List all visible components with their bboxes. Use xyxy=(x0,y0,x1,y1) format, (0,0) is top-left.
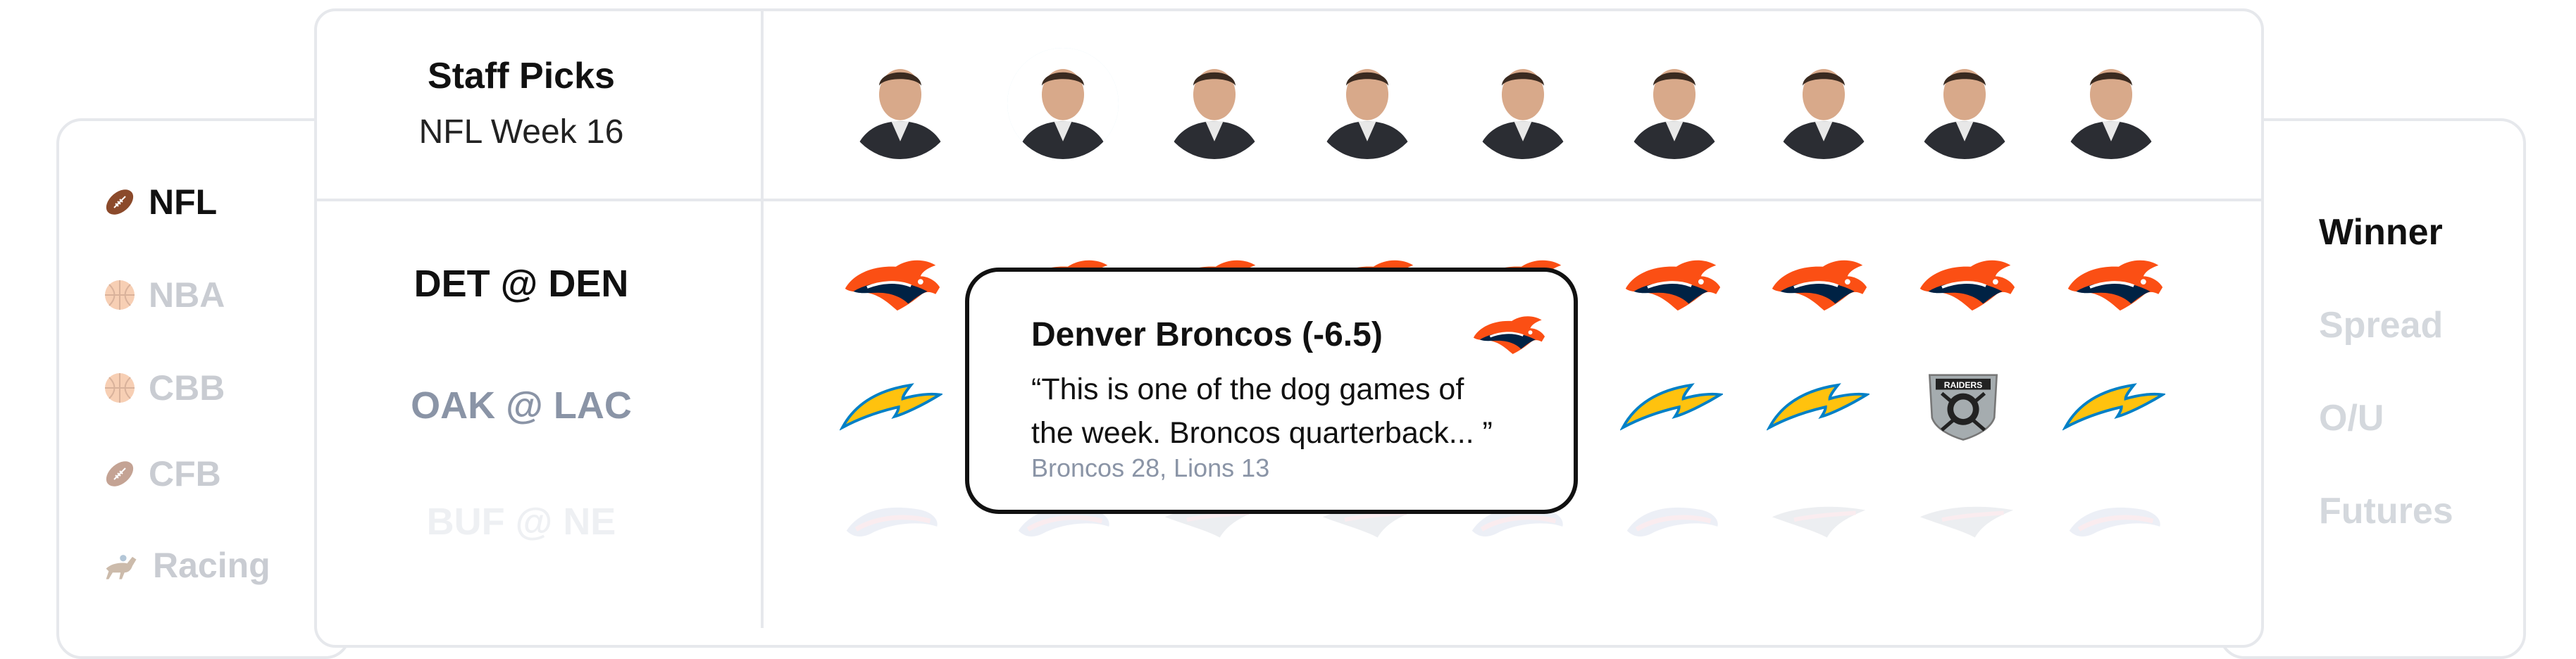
expert-avatar[interactable] xyxy=(1159,48,1270,159)
page-title: Staff Picks xyxy=(428,56,615,96)
patriots-logo-icon xyxy=(1915,489,2017,559)
game-det-den[interactable]: DET @ DEN xyxy=(414,262,629,306)
market-nav-card xyxy=(2219,118,2526,659)
column-divider xyxy=(761,8,764,628)
person-icon xyxy=(1467,48,1579,159)
popup-final-score: Broncos 28, Lions 13 xyxy=(1031,453,1270,482)
person-icon xyxy=(1619,48,1730,159)
patriots-logo-icon xyxy=(1767,489,1869,559)
expert-avatar[interactable] xyxy=(1007,48,1119,159)
sport-label: Racing xyxy=(153,546,270,585)
person-icon xyxy=(1909,48,2020,159)
market-tab-ou[interactable]: O/U xyxy=(2319,397,2384,439)
bills-logo-icon xyxy=(2062,489,2165,559)
sport-label: CBB xyxy=(149,368,225,408)
market-tab-winner[interactable]: Winner xyxy=(2319,211,2443,253)
chargers-logo-icon[interactable] xyxy=(1767,373,1869,444)
sport-nav-cbb[interactable]: CBB xyxy=(102,368,225,408)
sport-label: CFB xyxy=(149,454,221,494)
sport-nav-cfb[interactable]: CFB xyxy=(102,453,221,494)
person-icon xyxy=(1768,48,1879,159)
basketball-icon xyxy=(102,277,137,313)
game-buf-ne[interactable]: BUF @ NE xyxy=(427,500,616,544)
basketball-icon xyxy=(102,370,137,406)
broncos-logo-icon[interactable] xyxy=(1915,252,2017,322)
popup-title: Denver Broncos (-6.5) xyxy=(1031,316,1383,353)
pick-detail-popup: Denver Broncos (-6.5) “This is one of th… xyxy=(965,268,1578,514)
football-icon xyxy=(102,456,137,491)
page-subtitle: NFL Week 16 xyxy=(418,113,624,151)
expert-avatar[interactable] xyxy=(1467,48,1579,159)
football-icon xyxy=(102,184,137,220)
game-oak-lac[interactable]: OAK @ LAC xyxy=(411,384,632,427)
expert-avatar[interactable] xyxy=(1768,48,1879,159)
bills-logo-icon xyxy=(840,489,942,559)
expert-avatar[interactable] xyxy=(1619,48,1730,159)
broncos-logo-icon[interactable] xyxy=(840,252,942,322)
person-icon xyxy=(2055,48,2167,159)
raiders-logo-icon[interactable] xyxy=(1917,360,2009,451)
sport-nav-nfl[interactable]: NFL xyxy=(102,182,217,222)
sport-nav-racing[interactable]: Racing xyxy=(102,545,270,586)
person-icon xyxy=(1312,48,1423,159)
sport-label: NBA xyxy=(149,275,225,315)
expert-avatar[interactable] xyxy=(1909,48,2020,159)
person-icon xyxy=(1159,48,1270,159)
chargers-logo-icon[interactable] xyxy=(2062,373,2165,444)
market-tab-spread[interactable]: Spread xyxy=(2319,304,2443,346)
sport-nav-nba[interactable]: NBA xyxy=(102,275,225,315)
person-icon xyxy=(845,48,956,159)
bills-logo-icon xyxy=(1620,489,1723,559)
broncos-logo-icon xyxy=(1469,310,1547,363)
chargers-logo-icon[interactable] xyxy=(840,373,942,444)
popup-quote: “This is one of the dog games of the wee… xyxy=(1031,372,1493,450)
market-tab-futures[interactable]: Futures xyxy=(2319,490,2453,532)
sport-label: NFL xyxy=(149,182,218,222)
broncos-logo-icon[interactable] xyxy=(2062,252,2165,322)
person-icon xyxy=(1007,48,1119,159)
horse-racing-icon xyxy=(102,548,142,583)
expert-avatar[interactable] xyxy=(1312,48,1423,159)
broncos-logo-icon[interactable] xyxy=(1620,252,1723,322)
expert-avatar[interactable] xyxy=(2055,48,2167,159)
header-divider xyxy=(314,199,2261,201)
chargers-logo-icon[interactable] xyxy=(1620,373,1723,444)
broncos-logo-icon[interactable] xyxy=(1767,252,1869,322)
expert-avatar[interactable] xyxy=(845,48,956,159)
